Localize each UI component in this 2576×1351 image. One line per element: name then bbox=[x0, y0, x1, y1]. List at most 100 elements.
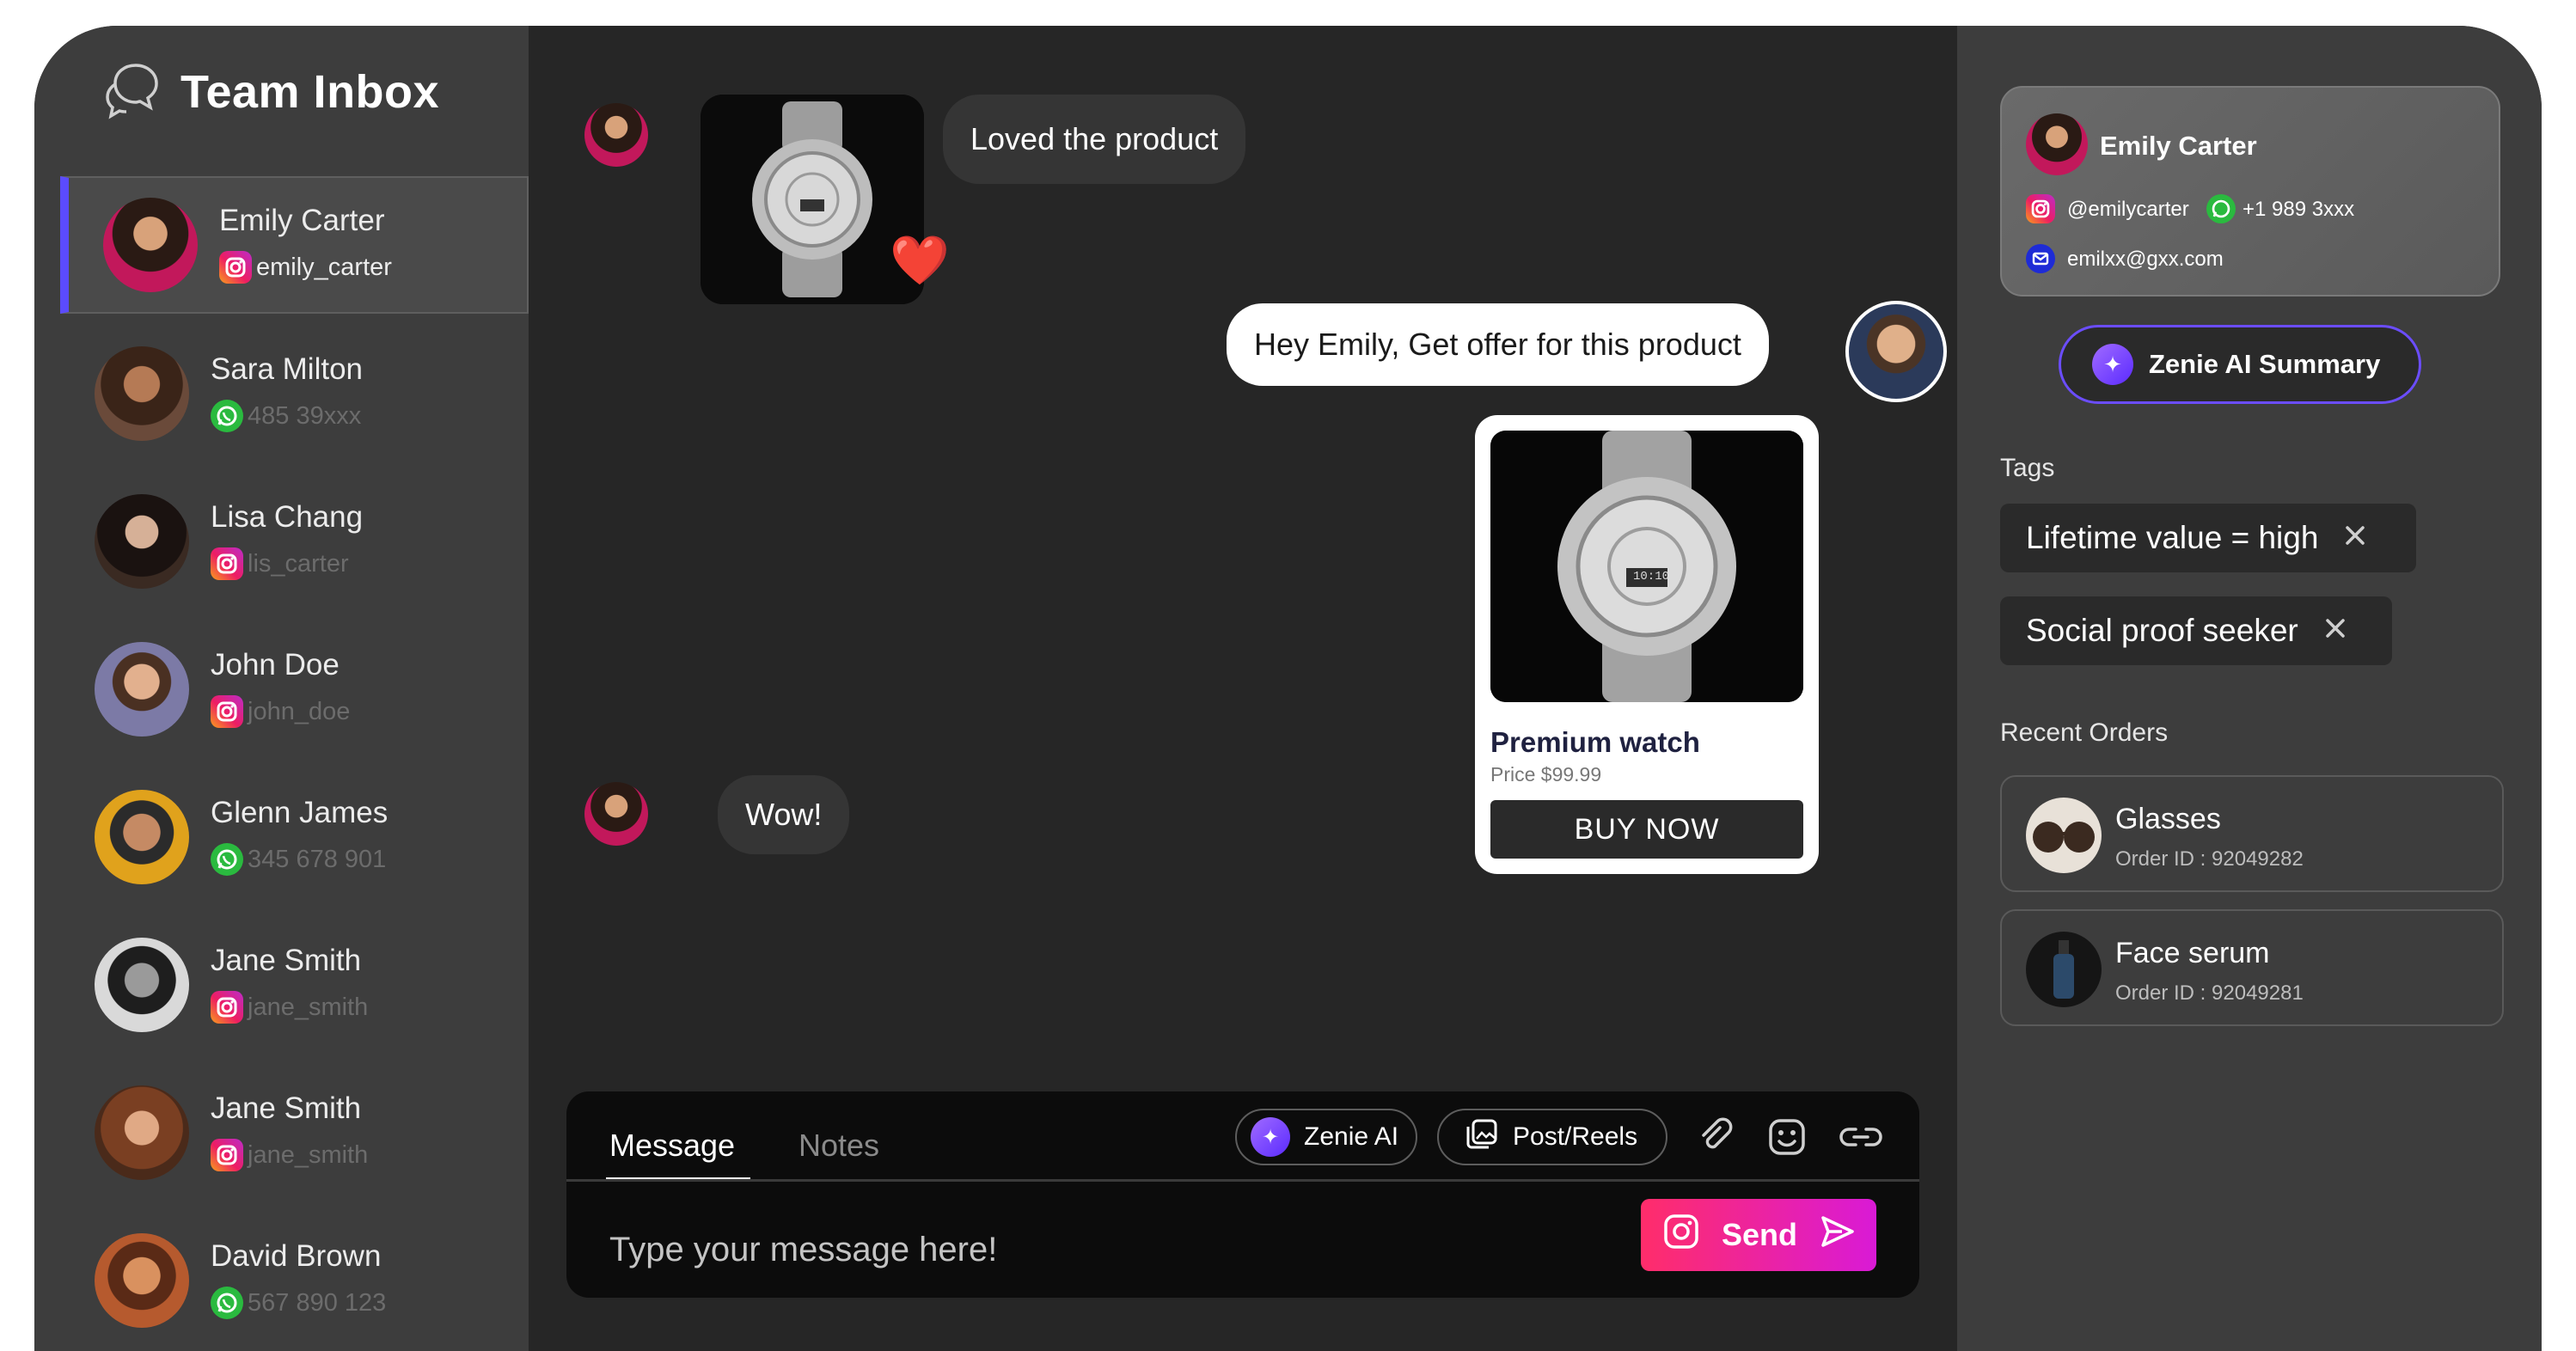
contact-handle: 485 39xxx bbox=[248, 402, 362, 430]
attachment-icon[interactable] bbox=[1694, 1116, 1737, 1158]
whatsapp-icon bbox=[211, 400, 243, 432]
contact-handle: john_doe bbox=[248, 698, 351, 725]
instagram-icon bbox=[211, 695, 243, 728]
product-price: Price $99.99 bbox=[1490, 763, 1602, 786]
message-bubble-incoming: Loved the product bbox=[943, 95, 1246, 184]
close-icon[interactable] bbox=[2342, 520, 2368, 556]
order-name: Glasses bbox=[2115, 803, 2221, 835]
instagram-icon bbox=[211, 547, 243, 580]
contact-name: Jane Smith bbox=[211, 1091, 362, 1125]
profile-email: emilxx@gxx.com bbox=[2067, 248, 2224, 271]
serum-thumbnail bbox=[2026, 932, 2102, 1007]
sparkle-icon: ✦ bbox=[1251, 1117, 1290, 1157]
post-reels-button[interactable]: Post/Reels bbox=[1437, 1109, 1667, 1165]
zenie-ai-summary-label: Zenie AI Summary bbox=[2149, 349, 2381, 379]
contact-item-john-doe[interactable]: John Doe john_doe bbox=[60, 622, 529, 760]
tags-heading: Tags bbox=[2000, 454, 2055, 482]
message-composer: Message Notes ✦ Zenie AI Post/Reels Type… bbox=[566, 1091, 1919, 1298]
contact-item-jane-smith-2[interactable]: Jane Smith jane_smith bbox=[60, 1066, 529, 1203]
contact-item-jane-smith[interactable]: Jane Smith jane_smith bbox=[60, 918, 529, 1055]
contact-handle: 345 678 901 bbox=[248, 846, 387, 873]
send-button[interactable]: Send bbox=[1641, 1199, 1876, 1271]
tag-chip: Social proof seeker bbox=[2000, 596, 2392, 665]
contact-handle: 567 890 123 bbox=[248, 1289, 387, 1317]
contact-item-glenn-james[interactable]: Glenn James 345 678 901 bbox=[60, 770, 529, 908]
contact-name: Glenn James bbox=[211, 796, 389, 829]
send-label: Send bbox=[1721, 1217, 1797, 1252]
composer-divider bbox=[566, 1179, 1919, 1182]
tag-label: Lifetime value = high bbox=[2026, 520, 2319, 555]
product-card: 10:10 Premium watch Price $99.99 BUY NOW bbox=[1475, 415, 1819, 874]
profile-instagram: @emilycarter bbox=[2067, 198, 2189, 221]
instagram-icon bbox=[219, 251, 252, 284]
order-item[interactable]: Face serum Order ID : 92049281 bbox=[2000, 909, 2504, 1026]
app-window: Team Inbox Emily Carter emily_carter Sar… bbox=[34, 26, 2542, 1351]
message-bubble-outgoing: Hey Emily, Get offer for this product bbox=[1227, 303, 1769, 386]
message-input[interactable]: Type your message here! bbox=[609, 1231, 997, 1269]
avatar bbox=[95, 346, 189, 441]
order-id: Order ID : 92049281 bbox=[2115, 981, 2304, 1005]
whatsapp-icon bbox=[2206, 194, 2236, 223]
contact-item-david-brown[interactable]: David Brown 567 890 123 bbox=[60, 1213, 529, 1351]
profile-card: Emily Carter @emilycarter +1 989 3xxx em… bbox=[2000, 86, 2500, 296]
post-reels-label: Post/Reels bbox=[1513, 1122, 1638, 1151]
contact-name: John Doe bbox=[211, 648, 340, 682]
contact-name: Lisa Chang bbox=[211, 500, 364, 534]
send-icon bbox=[1818, 1213, 1856, 1258]
recent-orders-heading: Recent Orders bbox=[2000, 718, 2169, 747]
gallery-icon bbox=[1465, 1116, 1499, 1158]
instagram-icon bbox=[211, 991, 243, 1024]
contact-name: Sara Milton bbox=[211, 352, 364, 386]
product-image: 10:10 bbox=[1490, 431, 1803, 702]
avatar bbox=[95, 494, 189, 589]
heart-reaction-icon: ❤️ bbox=[890, 233, 950, 287]
instagram-icon bbox=[211, 1139, 243, 1171]
order-name: Face serum bbox=[2115, 937, 2270, 969]
instagram-icon bbox=[2026, 194, 2055, 223]
whatsapp-icon bbox=[211, 1287, 243, 1319]
email-icon bbox=[2026, 244, 2055, 273]
zenie-ai-button[interactable]: ✦ Zenie AI bbox=[1235, 1109, 1417, 1165]
contact-item-sara-milton[interactable]: Sara Milton 485 39xxx bbox=[60, 327, 529, 464]
sender-avatar bbox=[584, 782, 648, 846]
contact-item-lisa-chang[interactable]: Lisa Chang lis_carter bbox=[60, 474, 529, 612]
contact-name: Jane Smith bbox=[211, 944, 362, 977]
agent-avatar bbox=[1845, 301, 1947, 402]
tag-chip: Lifetime value = high bbox=[2000, 504, 2416, 572]
zenie-ai-label: Zenie AI bbox=[1304, 1122, 1399, 1151]
avatar bbox=[103, 198, 198, 292]
buy-now-button[interactable]: BUY NOW bbox=[1490, 800, 1803, 859]
contact-name: David Brown bbox=[211, 1239, 382, 1273]
message-bubble-incoming: Wow! bbox=[718, 775, 850, 854]
chat-area: ❤️ Loved the product Hey Emily, Get offe… bbox=[529, 26, 1957, 1351]
sender-avatar bbox=[584, 103, 648, 167]
link-icon[interactable] bbox=[1837, 1116, 1885, 1158]
tab-notes[interactable]: Notes bbox=[798, 1128, 879, 1164]
instagram-icon bbox=[1661, 1212, 1701, 1259]
avatar bbox=[95, 1085, 189, 1180]
contact-item-emily-carter[interactable]: Emily Carter emily_carter bbox=[60, 176, 529, 314]
zenie-ai-summary-button[interactable]: ✦ Zenie AI Summary bbox=[2059, 325, 2421, 404]
contact-handle: lis_carter bbox=[248, 550, 349, 578]
product-title: Premium watch bbox=[1490, 726, 1700, 758]
whatsapp-icon bbox=[211, 843, 243, 876]
contact-sidebar: Team Inbox Emily Carter emily_carter Sar… bbox=[34, 26, 529, 1351]
chat-bubbles-icon bbox=[101, 58, 163, 125]
avatar bbox=[95, 938, 189, 1032]
contact-handle: jane_smith bbox=[248, 993, 369, 1021]
avatar bbox=[95, 790, 189, 884]
tag-label: Social proof seeker bbox=[2026, 613, 2298, 648]
customer-details-panel: Emily Carter @emilycarter +1 989 3xxx em… bbox=[1957, 26, 2542, 1351]
app-title: Team Inbox bbox=[181, 65, 440, 118]
brand: Team Inbox bbox=[101, 58, 439, 125]
order-id: Order ID : 92049282 bbox=[2115, 847, 2304, 871]
close-icon[interactable] bbox=[2322, 613, 2348, 649]
emoji-icon[interactable] bbox=[1765, 1116, 1808, 1158]
tab-message[interactable]: Message bbox=[609, 1128, 735, 1164]
profile-phone: +1 989 3xxx bbox=[2243, 198, 2355, 221]
profile-avatar bbox=[2026, 113, 2088, 175]
contact-handle: emily_carter bbox=[256, 254, 392, 281]
contact-handle: jane_smith bbox=[248, 1141, 369, 1169]
order-item[interactable]: Glasses Order ID : 92049282 bbox=[2000, 775, 2504, 892]
contact-name: Emily Carter bbox=[219, 204, 385, 237]
